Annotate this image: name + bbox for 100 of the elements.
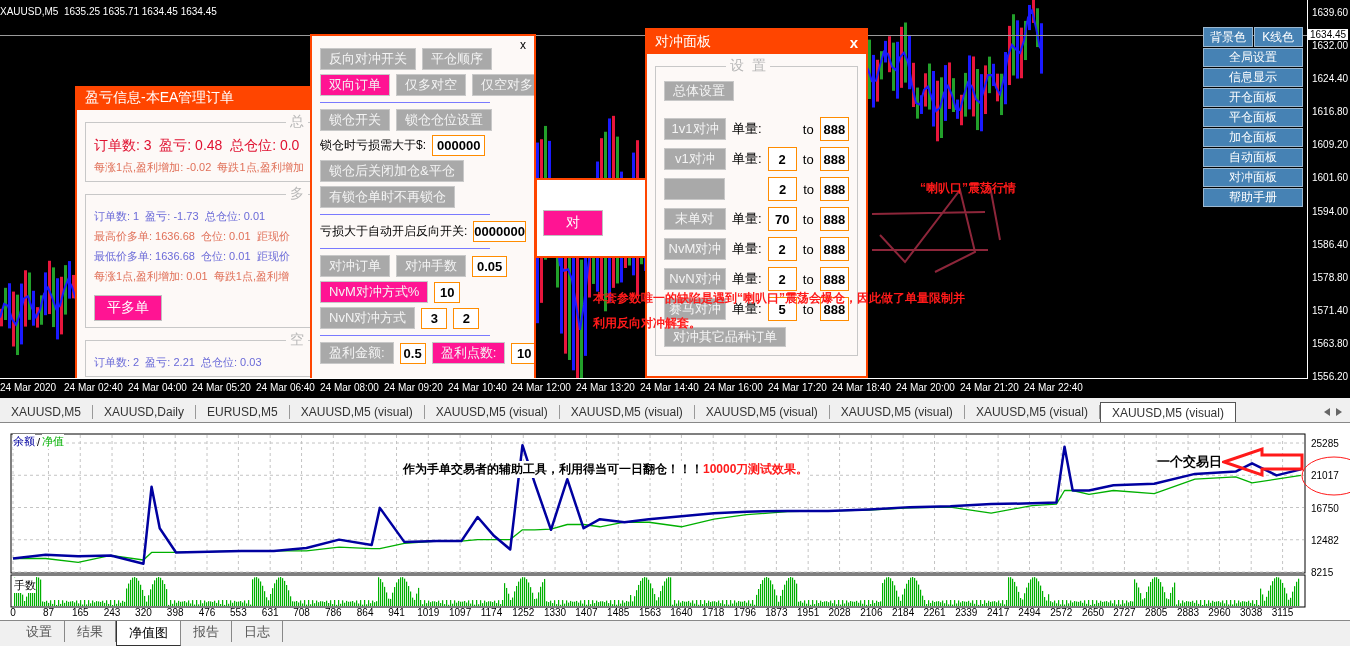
time-label: 24 Mar 22:40 [1024, 381, 1084, 395]
close-icon[interactable]: x [520, 38, 526, 52]
price-label: 1594.00 [1312, 205, 1349, 217]
chart-note: 作为手单交易者的辅助工具，利用得当可一日翻仓！！！ [403, 461, 703, 478]
option-button[interactable]: 盈利点数: [431, 342, 506, 364]
chart-tab[interactable]: XAUUSD,M5 (visual) [964, 405, 1100, 419]
axis-label: 1407 [575, 607, 598, 618]
menu-button[interactable]: 加仓面板 [1203, 128, 1303, 147]
info-line: 最低价多单: 1636.68 仓位: 0.01 距现价 [94, 249, 291, 264]
hedge-button[interactable]: 对 [543, 210, 603, 236]
section-legend: 总 [286, 113, 308, 131]
chart-tab[interactable]: XAUUSD,M5 (visual) [289, 405, 425, 419]
price-label: 1586.40 [1312, 238, 1349, 250]
axis-label: 1330 [543, 607, 567, 618]
axis-label: 2184 [892, 607, 915, 618]
axis-label: 3038 [1240, 607, 1263, 618]
axis-label: 12482 [1311, 534, 1339, 546]
price-label: 1578.80 [1312, 271, 1349, 283]
input-field[interactable]: 2 [453, 307, 480, 329]
axis-label: 25285 [1311, 438, 1339, 450]
menu-button[interactable]: K线色 [1253, 27, 1303, 47]
price-label: 1609.20 [1312, 139, 1349, 151]
menu-button[interactable]: 背景色 [1203, 27, 1253, 47]
legend-label: 净值 [42, 434, 65, 449]
scroll-right-icon[interactable] [1336, 408, 1342, 416]
axis-label: 16750 [1311, 502, 1339, 514]
price-label: 1563.80 [1312, 337, 1349, 349]
time-label: 24 Mar 18:40 [832, 381, 892, 395]
field-label: 单量: [731, 270, 762, 288]
bottom-tab[interactable]: 净值图 [116, 621, 181, 646]
input-field[interactable]: 888 [819, 237, 849, 261]
axis-label: 2494 [1018, 607, 1041, 618]
axis-label: 3115 [1271, 607, 1294, 618]
input-field[interactable]: 2 [768, 177, 798, 201]
axis-label: 2028 [828, 607, 851, 618]
time-label: 24 Mar 04:00 [128, 381, 188, 395]
input-field[interactable]: 0.05 [472, 255, 508, 277]
menu-button[interactable]: 平仓面板 [1203, 108, 1303, 127]
input-field[interactable]: 0000000 [473, 221, 526, 242]
input-field[interactable]: 3 [421, 307, 448, 329]
price-label: 1556.20 [1312, 371, 1349, 382]
chart-tab[interactable]: XAUUSD,M5 (visual) [1099, 402, 1236, 422]
chart-tab[interactable]: XAUUSD,M5 [0, 405, 93, 419]
axis-label: 2883 [1176, 607, 1200, 618]
field-label: 单量: [731, 210, 762, 228]
input-field[interactable]: 888 [819, 267, 849, 291]
field-label: 锁仓时亏损需大于$: [320, 137, 426, 154]
field-label: to [803, 181, 814, 197]
field-label: to [802, 241, 814, 257]
axis-label: 87 [42, 607, 54, 618]
input-field[interactable]: 888 [819, 117, 849, 141]
menu-button[interactable]: 帮助手册 [1203, 188, 1303, 207]
chart-note-highlight: 10000刀测试效果。 [703, 461, 809, 478]
menu-button[interactable]: 对冲面板 [1203, 168, 1303, 187]
input-field[interactable]: 10 [434, 281, 461, 303]
chart-tab[interactable]: XAUUSD,M5 (visual) [829, 405, 965, 419]
axis-label: 398 [166, 607, 184, 618]
section-legend: 设 置 [726, 57, 770, 75]
legend-separator: / [37, 435, 41, 448]
info-line: 订单数: 3 盈亏: 0.48 总仓位: 0.0 [94, 137, 301, 155]
time-label: 24 Mar 02:40 [64, 381, 124, 395]
input-field[interactable]: 2 [767, 147, 797, 171]
chart-tab[interactable]: EURUSD,M5 [196, 405, 290, 419]
bottom-tab[interactable]: 报告 [181, 621, 232, 642]
menu-button[interactable]: 信息显示 [1203, 68, 1303, 87]
menu-button[interactable]: 全局设置 [1203, 48, 1303, 67]
input-field[interactable]: 0.5 [399, 342, 426, 364]
axis-label: 2339 [955, 607, 978, 618]
input-field[interactable]: 2 [767, 237, 797, 261]
axis-label: 2261 [923, 607, 946, 618]
time-label: 24 Mar 21:20 [960, 381, 1020, 395]
chart-tab[interactable]: XAUUSD,Daily [93, 405, 197, 419]
axis-label: 1951 [797, 607, 820, 618]
option-button[interactable]: 双向订单 [320, 74, 390, 96]
input-field[interactable]: 10 [511, 342, 534, 364]
axis-label: 1252 [512, 607, 535, 618]
input-field[interactable]: 888 [820, 177, 849, 201]
scroll-left-icon[interactable] [1324, 408, 1330, 416]
bottom-tab[interactable]: 设置 [14, 621, 65, 642]
panel-title: 盈亏信息-本EA管理订单 [85, 89, 235, 107]
input-field[interactable]: 888 [819, 147, 849, 171]
chart-tab[interactable]: XAUUSD,M5 (visual) [559, 405, 695, 419]
time-label: 24 Mar 09:20 [384, 381, 444, 395]
annotation-text: “喇叭口”震荡行情 [920, 181, 1016, 195]
input-field[interactable]: 888 [819, 207, 849, 231]
chart-tab[interactable]: XAUUSD,M5 (visual) [424, 405, 560, 419]
menu-button[interactable]: 自动面板 [1203, 148, 1303, 167]
bottom-tab[interactable]: 日志 [232, 621, 283, 642]
menu-button[interactable]: 开仓面板 [1203, 88, 1303, 107]
axis-label: 786 [325, 607, 342, 618]
volume-label: 手数 [14, 578, 36, 593]
input-field[interactable]: 70 [767, 207, 797, 231]
axis-label: 2106 [860, 607, 883, 618]
input-field[interactable]: 000000 [432, 135, 486, 156]
chart-tab[interactable]: XAUUSD,M5 (visual) [694, 405, 830, 419]
axis-label: 1485 [607, 607, 630, 618]
option-button[interactable]: NvM对冲方式% [320, 281, 429, 303]
input-field[interactable]: 2 [767, 267, 797, 291]
axis-label: 1097 [449, 607, 472, 618]
close-long-button[interactable]: 平多单 [94, 295, 162, 321]
